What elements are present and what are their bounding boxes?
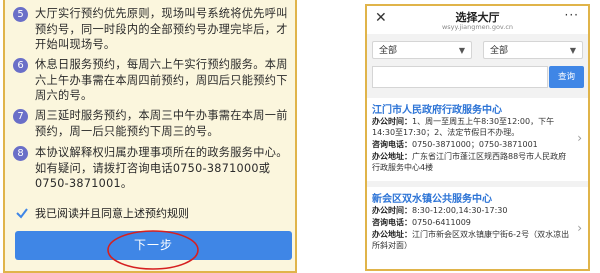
hall-phone: 咨询电话：0750-6411009 [372, 217, 570, 228]
nav-header: ✕ 选择大厅 wsyy.jiangmen.gov.cn ··· [367, 6, 588, 34]
rule-text: 休息日服务预约，每周六上午实行预约服务。本周六上午办事需在本周四前预约，周四后只… [35, 58, 288, 103]
next-step-button[interactable]: 下一步 [15, 231, 292, 260]
rule-text: 周三延时服务预约，本周三中午办事需在本周一前预约，周一后只能预约下周三的号。 [35, 109, 288, 138]
rule-item: 8 本协议解释权归属办理事项所在的政务服务中心。如有疑问，请拨打咨询电话0750… [13, 145, 289, 192]
agree-label: 我已阅读并且同意上述预约规则 [35, 207, 189, 220]
type-filter-select[interactable]: 全部 ▼ [483, 41, 583, 59]
region-filter-value: 全部 [379, 46, 398, 56]
page-url: wsyy.jiangmen.gov.cn [441, 23, 514, 31]
type-filter-value: 全部 [490, 46, 509, 56]
chevron-down-icon: ▼ [458, 46, 465, 55]
hall-card[interactable]: 新会区双水镇公共服务中心 办公时间：8:30-12:00,14:30-17:30… [367, 187, 588, 269]
hours-label: 办公时间： [372, 206, 412, 215]
booking-rules-panel: 5 大厅实行预约优先原则，现场叫号系统将优先呼叫预约号，同一时段内的全部预约号办… [3, 0, 297, 273]
chevron-right-icon: › [577, 131, 582, 145]
search-button[interactable]: 查询 [549, 66, 584, 88]
rule-number-badge: 6 [13, 58, 28, 73]
hall-phone: 咨询电话：0750-3871000；0750-3871001 [372, 139, 570, 150]
rule-text: 本协议解释权归属办理事项所在的政务服务中心。如有疑问，请拨打咨询电话0750-3… [35, 146, 288, 191]
rule-number-badge: 8 [13, 146, 28, 161]
hall-hours: 办公时间：8:30-12:00,14:30-17:30 [372, 205, 570, 216]
address-label: 办公地址： [372, 230, 412, 239]
agree-checkbox-row[interactable]: 我已阅读并且同意上述预约规则 [15, 205, 189, 221]
checkmark-icon[interactable] [15, 206, 29, 220]
rule-number-badge: 5 [13, 7, 28, 22]
hours-value: 8:30-12:00,14:30-17:30 [412, 206, 508, 215]
address-label: 办公地址： [372, 152, 412, 161]
rule-item: 6 休息日服务预约，每周六上午实行预约服务。本周六上午办事需在本周四前预约，周四… [13, 57, 289, 104]
hours-label: 办公时间： [372, 117, 412, 126]
hall-list-body: 全部 ▼ 全部 ▼ 查询 江门市人民政府行政服务中心 办公时间：1、周一至周五上… [367, 34, 588, 269]
hall-card[interactable]: 江门市人民政府行政服务中心 办公时间：1、周一至周五上午8:30至12:00，下… [367, 98, 588, 181]
region-filter-select[interactable]: 全部 ▼ [372, 41, 472, 59]
hall-address: 办公地址：广东省江门市蓬江区规西路88号市人民政府行政服务中心4楼 [372, 151, 570, 173]
rule-item: 5 大厅实行预约优先原则，现场叫号系统将优先呼叫预约号，同一时段内的全部预约号办… [13, 6, 289, 53]
hall-name: 新会区双水镇公共服务中心 [372, 194, 492, 205]
hall-address: 办公地址：江门市新会区双水镇康宁街6-2号（双水凉出所斜对面） [372, 229, 570, 251]
rule-text: 大厅实行预约优先原则，现场叫号系统将优先呼叫预约号，同一时段内的全部预约号办理完… [35, 7, 288, 52]
search-input[interactable] [372, 66, 548, 88]
hall-hours: 办公时间：1、周一至周五上午8:30至12:00，下午14:30至17:30；2… [372, 116, 570, 138]
phone-label: 咨询电话： [372, 140, 412, 149]
rule-item: 7 周三延时服务预约，本周三中午办事需在本周一前预约，周一后只能预约下周三的号。 [13, 108, 289, 139]
chevron-right-icon: › [577, 221, 582, 235]
more-icon[interactable]: ··· [565, 8, 579, 22]
phone-value: 0750-3871000；0750-3871001 [412, 140, 538, 149]
phone-value: 0750-6411009 [412, 218, 471, 227]
rule-number-badge: 7 [13, 109, 28, 124]
hall-select-phone: ✕ 选择大厅 wsyy.jiangmen.gov.cn ··· 全部 ▼ 全部 … [365, 4, 590, 271]
hall-name: 江门市人民政府行政服务中心 [372, 105, 502, 116]
chevron-down-icon: ▼ [569, 46, 576, 55]
phone-label: 咨询电话： [372, 218, 412, 227]
